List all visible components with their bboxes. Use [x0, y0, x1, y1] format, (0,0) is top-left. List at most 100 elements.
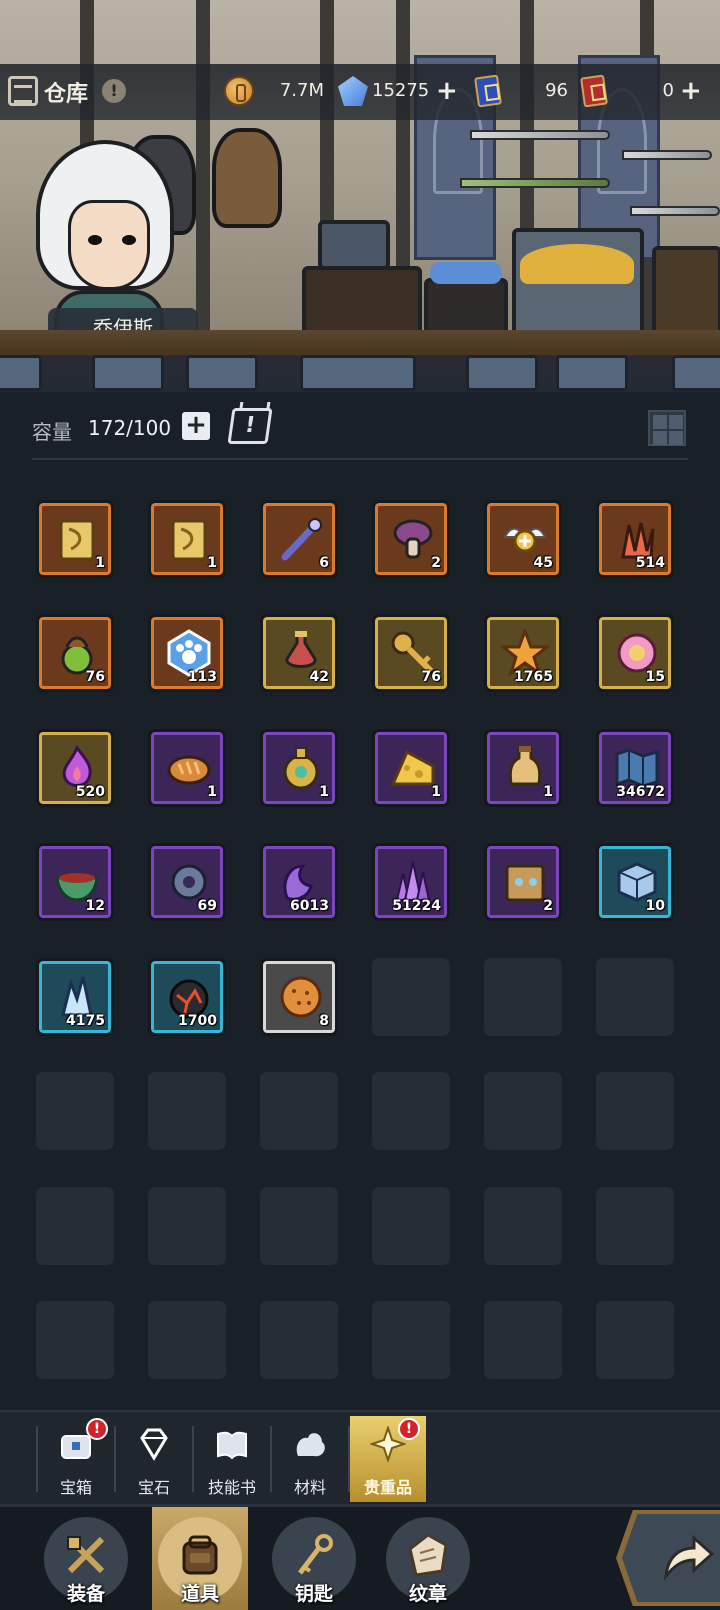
- inventory-item[interactable]: 15: [596, 614, 674, 692]
- item-quantity: 51224: [392, 898, 441, 914]
- empty-slot[interactable]: [148, 1072, 226, 1150]
- divider: [32, 458, 688, 460]
- inventory-item[interactable]: 51224: [372, 843, 450, 921]
- bread-icon: [165, 744, 213, 792]
- item-quantity: 34672: [616, 784, 665, 800]
- item-quantity: 2: [431, 555, 441, 571]
- empty-slot[interactable]: [148, 1187, 226, 1265]
- empty-slot[interactable]: [260, 1301, 338, 1379]
- item-quantity: 514: [635, 555, 665, 571]
- nav-tab-label: 道具: [180, 1583, 219, 1605]
- inventory-item[interactable]: 1: [260, 729, 338, 807]
- equipment-icon: [64, 1533, 108, 1577]
- inventory-item[interactable]: 12: [36, 843, 114, 921]
- empty-slot[interactable]: [372, 1072, 450, 1150]
- inventory-item[interactable]: 6: [260, 500, 338, 578]
- inventory-item[interactable]: 76: [36, 614, 114, 692]
- empty-slot[interactable]: [596, 1072, 674, 1150]
- sword-decor: [470, 130, 610, 140]
- inventory-item[interactable]: 113: [148, 614, 226, 692]
- item-quantity: 6013: [290, 898, 329, 914]
- category-tab[interactable]: 宝箱!: [38, 1416, 114, 1502]
- empty-slot[interactable]: [372, 1301, 450, 1379]
- item-quantity: 45: [533, 555, 553, 571]
- empty-slot[interactable]: [148, 1301, 226, 1379]
- nav-tab[interactable]: 纹章: [380, 1507, 476, 1610]
- empty-slot[interactable]: [596, 958, 674, 1036]
- jeweled-flask-icon: [277, 744, 325, 792]
- add-red-ticket-button[interactable]: +: [680, 78, 702, 104]
- empty-slot[interactable]: [260, 1187, 338, 1265]
- shelf-bracket: [186, 355, 258, 391]
- empty-slot[interactable]: [260, 1072, 338, 1150]
- expand-capacity-button[interactable]: +: [182, 412, 210, 440]
- inventory-item[interactable]: 1: [148, 500, 226, 578]
- inventory-item[interactable]: 8: [260, 958, 338, 1036]
- empty-slot[interactable]: [484, 958, 562, 1036]
- nav-tab[interactable]: 装备: [38, 1507, 134, 1610]
- inventory-item[interactable]: 69: [148, 843, 226, 921]
- alert-badge-icon: !: [86, 1418, 108, 1440]
- inventory-item[interactable]: 34672: [596, 729, 674, 807]
- inventory-item[interactable]: 42: [260, 614, 338, 692]
- category-tab[interactable]: 宝石: [116, 1416, 192, 1502]
- cheese-icon: [390, 749, 435, 786]
- shelf-bracket: [672, 355, 720, 391]
- emblem-icon: [406, 1533, 450, 1577]
- inventory-item[interactable]: 1765: [484, 614, 562, 692]
- ore-icon: [292, 1426, 328, 1462]
- item-quantity: 1: [95, 555, 105, 571]
- item-quantity: 1: [319, 784, 329, 800]
- empty-slot[interactable]: [372, 958, 450, 1036]
- blue-ticket-value: 96: [545, 80, 568, 101]
- category-tab[interactable]: 技能书: [194, 1416, 270, 1502]
- inventory-item[interactable]: 1: [372, 729, 450, 807]
- info-icon[interactable]: !: [102, 79, 126, 103]
- item-quantity: 10: [645, 898, 665, 914]
- empty-slot[interactable]: [596, 1187, 674, 1265]
- inventory-item[interactable]: 1700: [148, 958, 226, 1036]
- nav-tab[interactable]: 钥匙: [266, 1507, 362, 1610]
- inventory-item[interactable]: 76: [372, 614, 450, 692]
- red-card-icon: [580, 74, 608, 108]
- empty-slot[interactable]: [484, 1187, 562, 1265]
- empty-slot[interactable]: [484, 1072, 562, 1150]
- inventory-item[interactable]: 45: [484, 500, 562, 578]
- diamond-counter: 15275 +: [338, 74, 458, 110]
- blue-gems-pile-decor: [430, 262, 502, 284]
- inventory-item[interactable]: 2: [484, 843, 562, 921]
- inventory-item[interactable]: 6013: [260, 843, 338, 921]
- wooden-box-icon: [505, 864, 545, 902]
- inventory-item[interactable]: 1: [148, 729, 226, 807]
- cookie-icon: [280, 976, 322, 1018]
- inventory-item[interactable]: 4175: [36, 958, 114, 1036]
- empty-slot[interactable]: [484, 1301, 562, 1379]
- gold-value: 7.7M: [279, 80, 324, 101]
- inventory-item[interactable]: 1: [36, 500, 114, 578]
- capacity-label: 容量: [32, 420, 72, 444]
- empty-slot[interactable]: [36, 1301, 114, 1379]
- add-diamond-button[interactable]: +: [436, 78, 458, 104]
- item-quantity: 12: [85, 898, 105, 914]
- character-face: [68, 200, 150, 290]
- inventory-item[interactable]: 520: [36, 729, 114, 807]
- inventory-item[interactable]: 10: [596, 843, 674, 921]
- sort-icon[interactable]: [227, 408, 273, 444]
- inventory-item[interactable]: 514: [596, 500, 674, 578]
- empty-slot[interactable]: [36, 1072, 114, 1150]
- grid-view-toggle[interactable]: [648, 410, 686, 446]
- category-tab[interactable]: 贵重品!: [350, 1416, 426, 1502]
- tab-separator: [348, 1426, 350, 1492]
- empty-slot[interactable]: [596, 1301, 674, 1379]
- sword-decor: [630, 206, 720, 216]
- empty-slot[interactable]: [36, 1187, 114, 1265]
- shelf-bracket: [556, 355, 628, 391]
- key-nav-icon: [292, 1533, 336, 1577]
- item-quantity: 8: [319, 1013, 329, 1029]
- category-tab[interactable]: 材料: [272, 1416, 348, 1502]
- inventory-item[interactable]: 1: [484, 729, 562, 807]
- gem-crate-decor: [424, 278, 508, 338]
- inventory-item[interactable]: 2: [372, 500, 450, 578]
- nav-tab[interactable]: 道具: [152, 1507, 248, 1610]
- empty-slot[interactable]: [372, 1187, 450, 1265]
